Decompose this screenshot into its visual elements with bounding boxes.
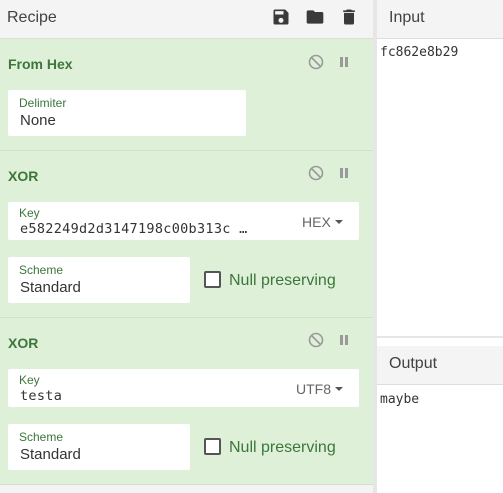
key-field[interactable]: Key testa UTF8 [8, 369, 359, 407]
disable-icon[interactable] [308, 54, 324, 70]
scheme-value: Standard [20, 446, 81, 463]
delimiter-label: Delimiter [19, 96, 67, 110]
input-title: Input [389, 9, 425, 26]
key-label: Key [19, 206, 40, 220]
output-header: Output [377, 346, 503, 385]
save-icon[interactable] [269, 6, 293, 28]
input-header: Input [377, 0, 503, 39]
disable-icon[interactable] [308, 165, 324, 181]
key-value: testa [20, 388, 63, 404]
null-preserving-label[interactable]: Null preserving [229, 439, 336, 457]
pause-icon[interactable] [336, 165, 352, 181]
folder-icon[interactable] [303, 6, 327, 28]
key-label: Key [19, 373, 40, 387]
chevron-down-icon [335, 387, 343, 391]
output-title: Output [389, 355, 438, 372]
operation-title: XOR [8, 335, 39, 351]
input-textarea[interactable]: fc862e8b29 [380, 45, 458, 60]
operation-title: XOR [8, 168, 39, 184]
operation-title: From Hex [8, 56, 73, 72]
key-format-label: HEX [302, 214, 331, 230]
chevron-down-icon [334, 220, 343, 224]
recipe-header: Recipe [0, 0, 373, 39]
recipe-pane: Recipe From Hex Delimiter None XOR Key e… [0, 0, 373, 493]
pause-icon[interactable] [336, 332, 352, 348]
io-pane [377, 0, 503, 493]
key-format-dropdown[interactable]: UTF8 [296, 381, 343, 397]
recipe-title: Recipe [7, 9, 57, 26]
scheme-value: Standard [20, 279, 81, 296]
null-preserving-label[interactable]: Null preserving [229, 272, 336, 290]
delimiter-field[interactable]: Delimiter None [8, 90, 246, 136]
operation-xor-2[interactable]: XOR Key testa UTF8 Scheme Standard Null … [0, 318, 373, 485]
delimiter-value: None [20, 112, 56, 129]
key-format-label: UTF8 [296, 381, 331, 397]
scheme-field[interactable]: Scheme Standard [8, 257, 190, 303]
null-preserving-checkbox[interactable] [204, 271, 221, 288]
trash-icon[interactable] [337, 6, 361, 28]
key-value: e582249d2d3147198c00b313c … [20, 221, 248, 237]
key-field[interactable]: Key e582249d2d3147198c00b313c … HEX [8, 202, 359, 240]
operation-from-hex[interactable]: From Hex Delimiter None [0, 39, 373, 151]
io-divider[interactable] [377, 336, 503, 338]
scheme-label: Scheme [19, 430, 64, 444]
scheme-field[interactable]: Scheme Standard [8, 424, 190, 470]
pause-icon[interactable] [336, 54, 352, 70]
null-preserving-checkbox[interactable] [204, 438, 221, 455]
scheme-label: Scheme [19, 263, 64, 277]
disable-icon[interactable] [308, 332, 324, 348]
key-format-dropdown[interactable]: HEX [302, 214, 343, 230]
output-text[interactable]: maybe [380, 392, 419, 407]
operation-xor-1[interactable]: XOR Key e582249d2d3147198c00b313c … HEX … [0, 151, 373, 318]
